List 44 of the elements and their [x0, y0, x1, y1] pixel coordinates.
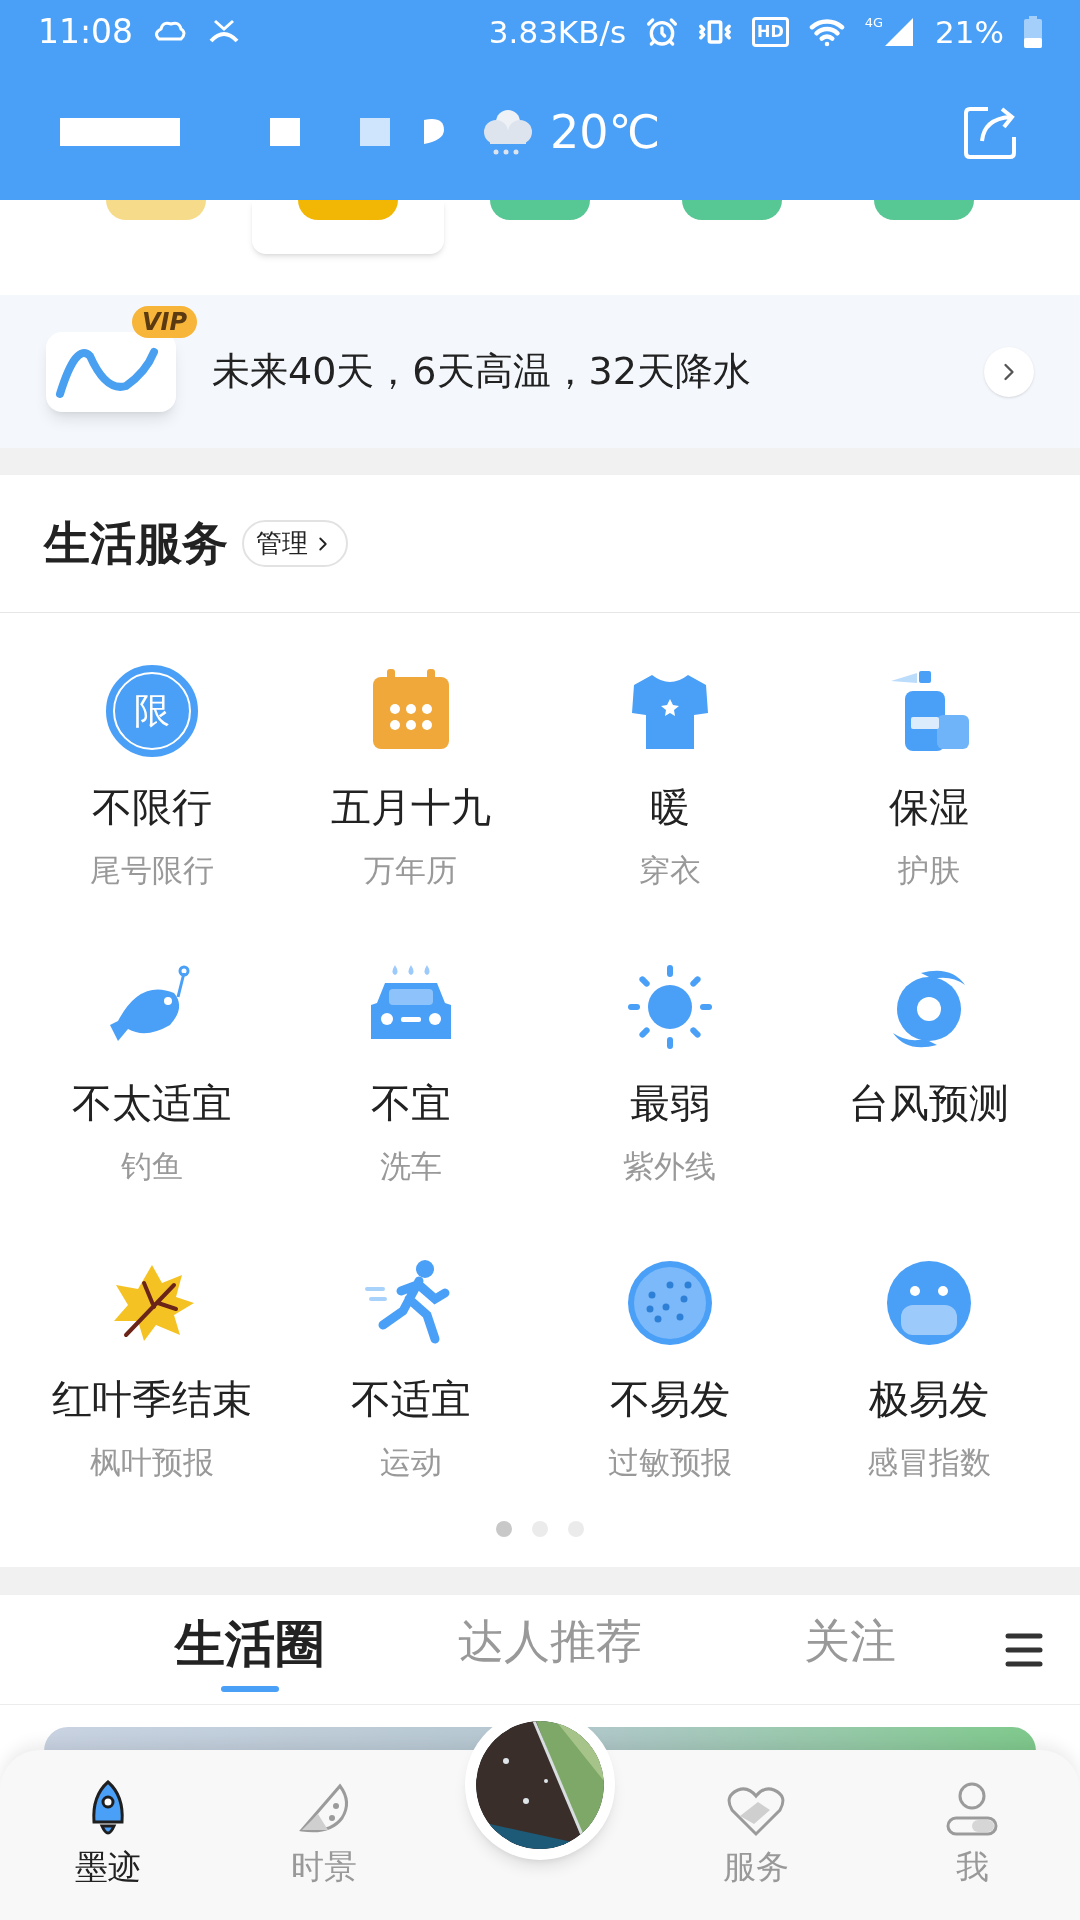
temperature: 20℃ [550, 103, 661, 161]
service-value[interactable]: 台风预测 [848, 1073, 1009, 1133]
trend-chart-icon [46, 331, 176, 412]
service-value[interactable]: 不宜 [370, 1073, 451, 1133]
service-value[interactable]: 暖 [649, 777, 690, 837]
restriction-icon: 限 [105, 665, 198, 757]
service-value[interactable]: 极易发 [868, 1369, 989, 1429]
status-time: 11:08 [38, 11, 134, 54]
battery-percent: 21% [935, 12, 1004, 52]
service-label: 穿衣 [638, 851, 701, 890]
nav-tab[interactable]: 墨迹 [0, 1778, 216, 1892]
service-label: 运动 [379, 1443, 442, 1482]
manage-button[interactable]: 管理 [242, 520, 348, 567]
alarm-icon [646, 16, 679, 48]
service-value[interactable]: 红叶季结束 [51, 1369, 252, 1429]
service-value[interactable]: 最弱 [629, 1073, 710, 1133]
battery-icon [1024, 16, 1042, 48]
service-value[interactable]: 不适宜 [350, 1369, 471, 1429]
redaction-block [270, 118, 300, 146]
service-label: 尾号限行 [89, 851, 214, 890]
service-label: 钓鱼 [120, 1147, 183, 1186]
signal-icon [883, 16, 916, 48]
service-label: 感冒指数 [866, 1443, 991, 1482]
section-title: 生活服务 [44, 515, 228, 572]
hd-icon: HD [752, 17, 789, 47]
service-value[interactable]: 五月十九 [330, 777, 491, 837]
feed-tab[interactable]: 生活圈 [175, 1607, 325, 1682]
service-label: 洗车 [379, 1147, 442, 1186]
service-label: 万年历 [364, 851, 457, 890]
vip-badge: VIP [132, 305, 198, 338]
service-label: 紫外线 [623, 1147, 716, 1186]
service-value[interactable]: 不太适宜 [71, 1073, 232, 1133]
chevron-button[interactable] [984, 346, 1034, 397]
network-type: 4G [864, 16, 884, 29]
redaction-block [360, 118, 390, 146]
service-label: 过敏预报 [607, 1443, 732, 1482]
forecast-summary: 未来40天，6天高温，32天降水 [212, 348, 752, 395]
service-label: 护肤 [897, 851, 960, 890]
vip-banner[interactable]: VIP 未来40天，6天高温，32天降水 [0, 295, 1080, 448]
service-value[interactable]: 不限行 [91, 777, 212, 837]
service-label: 枫叶预报 [89, 1443, 214, 1482]
network-speed: 3.83KB/s [488, 12, 627, 52]
service-value[interactable]: 保湿 [888, 777, 969, 837]
service-value[interactable]: 不易发 [609, 1369, 730, 1429]
